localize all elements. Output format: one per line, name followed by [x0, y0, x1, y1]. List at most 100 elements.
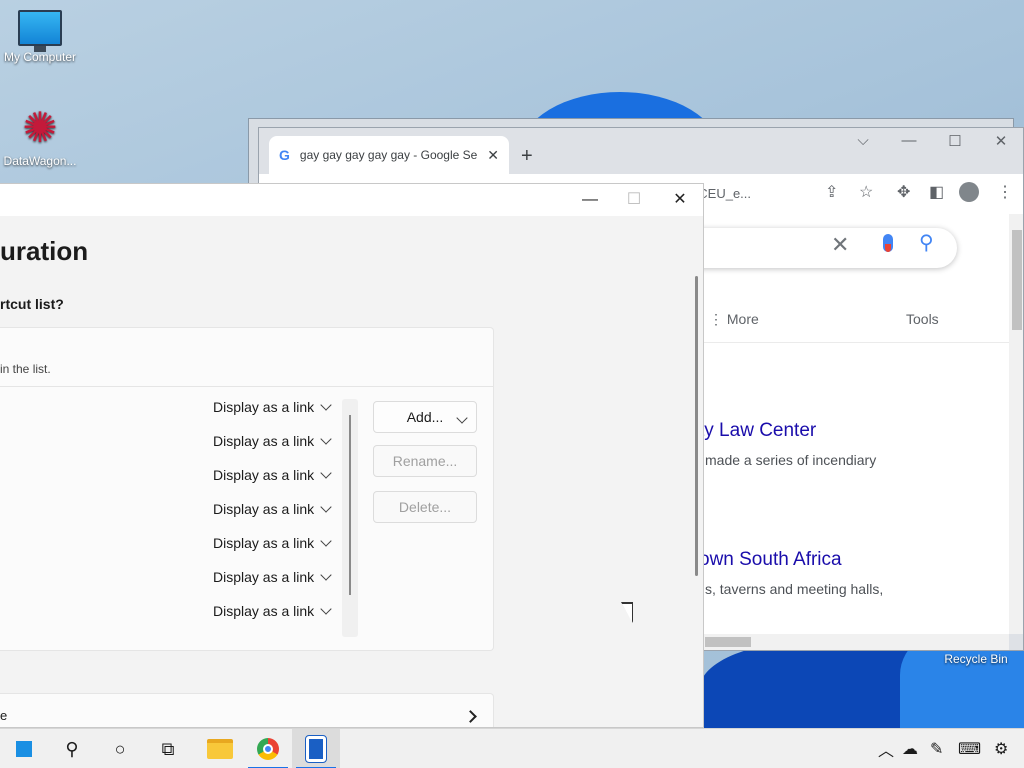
dropdown-value: Display as a link [213, 467, 315, 483]
chevron-down-icon [320, 603, 332, 615]
keyboard-icon: ⌨ [958, 741, 982, 758]
close-button[interactable]: ✕ [658, 188, 702, 212]
add-button-label: Add... [406, 409, 444, 425]
monitor-icon [18, 10, 62, 52]
share-icon[interactable]: ⇪ [825, 182, 838, 202]
settings-window[interactable]: — ☐ ✕ uration rtcut list? in the list. D… [0, 183, 704, 728]
touch-keyboard[interactable]: ⌨ [958, 729, 981, 768]
chevron-down-icon [320, 467, 332, 479]
chevron-down-icon [320, 399, 332, 411]
scroll-thumb[interactable] [349, 415, 351, 595]
settings-link-card[interactable]: e [0, 693, 494, 727]
display-mode-dropdown[interactable]: Display as a link [213, 501, 332, 517]
mouse-cursor [622, 604, 632, 622]
divider [689, 342, 1009, 343]
task-view-button[interactable]: ⧉ [144, 729, 192, 768]
display-mode-dropdown[interactable]: Display as a link [213, 399, 332, 415]
search-result-snippet: s, taverns and meeting halls, [705, 581, 884, 597]
card-description: in the list. [0, 362, 51, 376]
search-icon[interactable]: ⚲ [919, 230, 934, 255]
file-explorer-button[interactable] [196, 729, 244, 768]
minimize-button[interactable]: — [889, 132, 929, 149]
list-item[interactable]: Display as a link [0, 535, 340, 569]
gear-icon: ⚙ [994, 741, 1009, 758]
chrome-taskbar-button[interactable] [244, 729, 292, 768]
microphone-icon[interactable] [883, 234, 893, 252]
dropdown-value: Display as a link [213, 433, 315, 449]
more-menu-link[interactable]: ⋮ More [709, 311, 759, 328]
display-mode-dropdown[interactable]: Display as a link [213, 535, 332, 551]
google-icon: G [279, 147, 290, 163]
desktop-icon-datawagon[interactable]: ✺ DataWagon... [0, 104, 80, 169]
cortana-icon: ○ [114, 738, 126, 759]
dropdown-value: Display as a link [213, 399, 315, 415]
side-panel-icon[interactable]: ◧ [929, 182, 944, 202]
tab-search-button[interactable]: ⌵ [843, 132, 883, 149]
list-item[interactable]: Display as a link [0, 569, 340, 603]
dropdown-value: Display as a link [213, 535, 315, 551]
display-mode-dropdown[interactable]: Display as a link [213, 603, 332, 619]
desktop-icon-my-computer[interactable]: My Computer [0, 10, 80, 64]
vertical-scrollbar[interactable] [1009, 214, 1023, 634]
desktop-icon-label: DataWagon... [3, 154, 77, 168]
delete-button[interactable]: Delete... [373, 491, 477, 523]
list-item[interactable]: Display as a link [0, 399, 340, 433]
network-status[interactable]: ☁ [902, 729, 918, 768]
show-hidden-icons-button[interactable]: ︿ [878, 729, 894, 768]
taskbar: ⚲ ○ ⧉ ︿ ☁ ✎ ⌨ ⚙ [0, 728, 1024, 768]
page-scrollbar[interactable] [695, 276, 698, 576]
close-button[interactable]: ✕ [981, 132, 1021, 150]
list-item[interactable]: Display as a link [0, 433, 340, 467]
title-bar: — ☐ ✕ [0, 184, 703, 216]
tab-close-icon[interactable]: ✕ [487, 147, 499, 164]
search-result-title[interactable]: ty Law Center [699, 420, 816, 442]
settings-tray[interactable]: ⚙ [994, 729, 1008, 768]
datawagon-icon: ✺ [22, 104, 58, 151]
network-icon: ☁ [902, 741, 918, 758]
display-mode-dropdown[interactable]: Display as a link [213, 569, 332, 585]
maximize-button: ☐ [626, 191, 642, 208]
taskbar-search-button[interactable]: ⚲ [48, 729, 96, 768]
divider [0, 386, 494, 387]
maximize-button[interactable]: ☐ [935, 132, 975, 150]
chevron-down-icon [320, 433, 332, 445]
minimize-button[interactable]: — [568, 188, 612, 212]
menu-kebab-icon[interactable]: ⋮ [997, 182, 1013, 202]
search-result-title[interactable]: own South Africa [699, 549, 842, 571]
profile-avatar-icon[interactable] [959, 182, 979, 202]
bookmark-star-icon[interactable]: ☆ [859, 182, 873, 202]
list-item[interactable]: Display as a link [0, 501, 340, 535]
desktop-icon-recycle-bin[interactable]: Recycle Bin [936, 652, 1016, 666]
rename-button[interactable]: Rename... [373, 445, 477, 477]
list-item[interactable]: Display as a link [0, 467, 340, 501]
cortana-button[interactable]: ○ [96, 729, 144, 768]
pen-menu[interactable]: ✎ [930, 729, 943, 768]
windows-logo-icon [16, 741, 32, 757]
section-question: rtcut list? [0, 296, 64, 312]
chevron-up-icon: ︿ [878, 743, 895, 760]
scroll-thumb[interactable] [705, 637, 751, 647]
pen-icon: ✎ [930, 741, 944, 758]
active-app-taskbar-button[interactable] [292, 729, 340, 768]
clear-search-icon[interactable]: ✕ [831, 232, 849, 258]
add-button[interactable]: Add... [373, 401, 477, 433]
chevron-down-icon [320, 569, 332, 581]
list-item[interactable]: Display as a link [0, 603, 340, 637]
new-tab-button[interactable]: + [521, 145, 533, 168]
start-button[interactable] [0, 729, 48, 768]
chevron-down-icon [456, 412, 468, 424]
task-view-icon: ⧉ [161, 738, 175, 759]
display-mode-dropdown[interactable]: Display as a link [213, 467, 332, 483]
dropdown-value: Display as a link [213, 603, 315, 619]
tools-link[interactable]: Tools [906, 311, 939, 327]
chevron-down-icon [320, 501, 332, 513]
desktop-icon-label: My Computer [3, 50, 77, 64]
tab-title: gay gay gay gay gay - Google Se [299, 148, 478, 162]
scroll-thumb[interactable] [1012, 230, 1022, 330]
display-mode-dropdown[interactable]: Display as a link [213, 433, 332, 449]
list-scrollbar[interactable] [342, 399, 358, 637]
chevron-right-icon [464, 710, 477, 723]
extensions-icon[interactable]: ✥ [897, 182, 910, 202]
chrome-icon [257, 738, 279, 760]
browser-tab[interactable]: G gay gay gay gay gay - Google Se ✕ [269, 136, 509, 174]
